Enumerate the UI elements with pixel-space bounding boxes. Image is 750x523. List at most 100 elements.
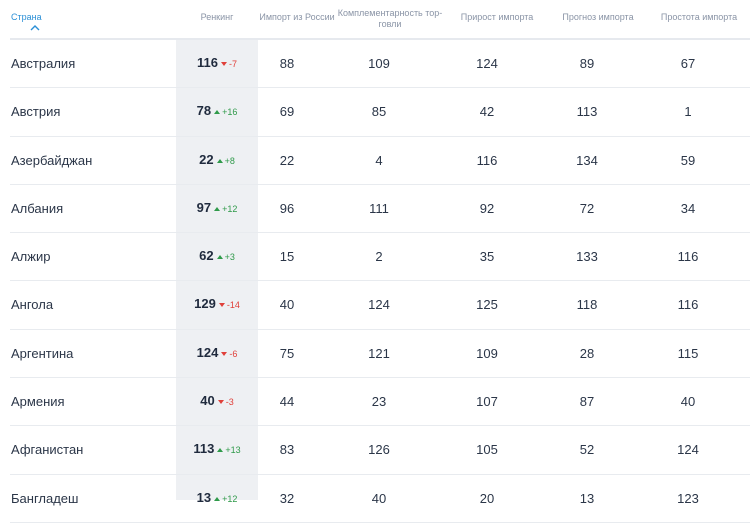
cell-import-from-russia: 69 [279,104,295,120]
table-row[interactable]: Ангола 129 -14 40 124 125 118 116 [10,281,750,330]
cell-country: Алжир [11,249,51,265]
cell-ranking: 22 +8 [176,152,258,167]
cell-import-forecast: 72 [579,200,595,216]
cell-import-forecast: 133 [576,249,598,265]
ranking-change-value: -3 [225,397,234,408]
ranking-change: +16 [214,107,237,117]
cell-import-growth: 124 [476,56,498,71]
cell-complementarity: 85 [371,104,387,120]
table-row[interactable]: Албания 97 +12 96 111 92 72 34 [10,185,750,234]
cell-import-growth: 92 [479,200,495,216]
arrow-up-icon [216,158,223,163]
header-country[interactable]: Страна [11,12,42,23]
cell-country: Ангола [11,297,54,313]
table-row[interactable]: Алжир 62 +3 15 2 35 133 116 [10,233,750,282]
cell-import-forecast: 13 [579,490,595,506]
cell-country: Афганистан [11,442,84,458]
table-header: Страна Ренкинг Импорт из России Комплеме… [0,0,750,40]
cell-import-ease: 34 [680,200,696,216]
ranking-change: +3 [216,252,235,263]
cell-ranking: 116 -7 [176,55,258,70]
header-complementarity-line1: Комплементарность тор- [337,8,443,18]
header-import-ease[interactable]: Простота импорта [656,12,742,23]
cell-import-from-russia: 96 [279,200,295,216]
cell-import-from-russia: 40 [279,297,295,313]
header-import-from-russia[interactable]: Импорт из России [257,12,337,23]
ranking-value: 116 [197,55,218,70]
table-body: Австралия 116 -7 88 109 124 89 67 Австрия 78 +16 69… [0,40,750,523]
ranking-change-value: +3 [224,252,235,263]
cell-ranking: 40 -3 [176,393,258,408]
cell-country: Австралия [11,56,76,71]
table-row[interactable]: Азербайджан 22 +8 22 4 116 134 59 [10,137,750,185]
header-import-growth[interactable]: Прирост импорта [456,12,538,23]
cell-import-ease: 123 [677,490,699,506]
cell-import-growth: 35 [479,249,495,265]
cell-complementarity: 121 [368,345,390,361]
cell-import-growth: 20 [479,490,495,506]
header-complementarity[interactable]: Комплементарность тор- говли [336,8,444,30]
cell-import-ease: 115 [677,345,699,361]
cell-ranking: 62 +3 [176,248,258,263]
cell-country: Аргентина [11,345,74,361]
cell-complementarity: 40 [371,490,387,506]
ranking-change-value: +12 [222,203,238,214]
cell-import-growth: 105 [476,442,498,458]
cell-ranking: 78 +16 [176,103,258,118]
ranking-change-value: -6 [229,348,238,359]
table-row[interactable]: Армения 40 -3 44 23 107 87 40 [10,378,750,427]
cell-import-ease: 1 [684,104,692,120]
cell-country: Албания [11,200,64,216]
cell-import-forecast: 134 [576,152,598,168]
arrow-down-icon [217,400,224,405]
cell-import-from-russia: 22 [279,152,295,168]
ranking-value: 129 [194,296,216,312]
table-row[interactable]: Бангладеш 13 +12 32 40 20 13 123 [10,475,750,523]
cell-import-from-russia: 88 [279,56,295,71]
sort-ascending-icon[interactable] [30,25,40,31]
cell-complementarity: 126 [368,442,390,458]
cell-complementarity: 111 [369,200,389,216]
cell-import-forecast: 87 [579,394,595,410]
ranking-change-value: +12 [222,493,238,504]
ranking-value: 40 [200,393,215,409]
header-complementarity-line2: говли [378,19,402,29]
cell-import-from-russia: 32 [279,490,295,506]
cell-complementarity: 109 [368,56,390,71]
cell-import-ease: 124 [677,442,699,458]
cell-import-forecast: 113 [576,104,598,120]
ranking-value: 78 [196,103,212,119]
header-import-forecast[interactable]: Прогноз импорта [556,12,640,23]
cell-import-ease: 116 [677,249,699,265]
cell-ranking: 129 -14 [176,296,258,311]
arrow-down-icon [220,62,227,66]
cell-complementarity: 2 [375,249,383,265]
cell-import-from-russia: 83 [279,442,295,458]
cell-ranking: 97 +12 [176,200,258,215]
header-ranking[interactable]: Ренкинг [190,12,244,23]
cell-import-forecast: 28 [579,345,595,361]
cell-country: Армения [11,394,65,410]
ranking-change: -6 [221,349,237,359]
arrow-up-icon [217,448,224,453]
arrow-up-icon [214,496,221,501]
cell-complementarity: 124 [368,297,390,313]
table-row[interactable]: Австралия 116 -7 88 109 124 89 67 [10,40,750,89]
country-ranking-table: Страна Ренкинг Импорт из России Комплеме… [0,0,750,523]
table-row[interactable]: Афганистан 113 +13 83 126 105 52 124 [10,426,750,475]
table-row[interactable]: Австрия 78 +16 69 85 42 113 1 [10,88,750,137]
arrow-up-icon [214,110,221,115]
cell-complementarity: 23 [371,394,387,410]
arrow-down-icon [221,351,228,356]
cell-ranking: 113 +13 [176,441,258,456]
ranking-change-value: +8 [224,155,235,166]
cell-import-from-russia: 44 [279,394,295,410]
cell-import-ease: 67 [680,56,696,71]
cell-import-growth: 116 [476,152,498,168]
ranking-change: +13 [217,445,241,455]
ranking-value: 13 [196,489,212,505]
table-row[interactable]: Аргентина 124 -6 75 121 109 28 115 [10,330,750,379]
ranking-value: 124 [196,344,219,360]
cell-import-forecast: 89 [579,56,595,71]
ranking-change: +8 [216,155,235,166]
